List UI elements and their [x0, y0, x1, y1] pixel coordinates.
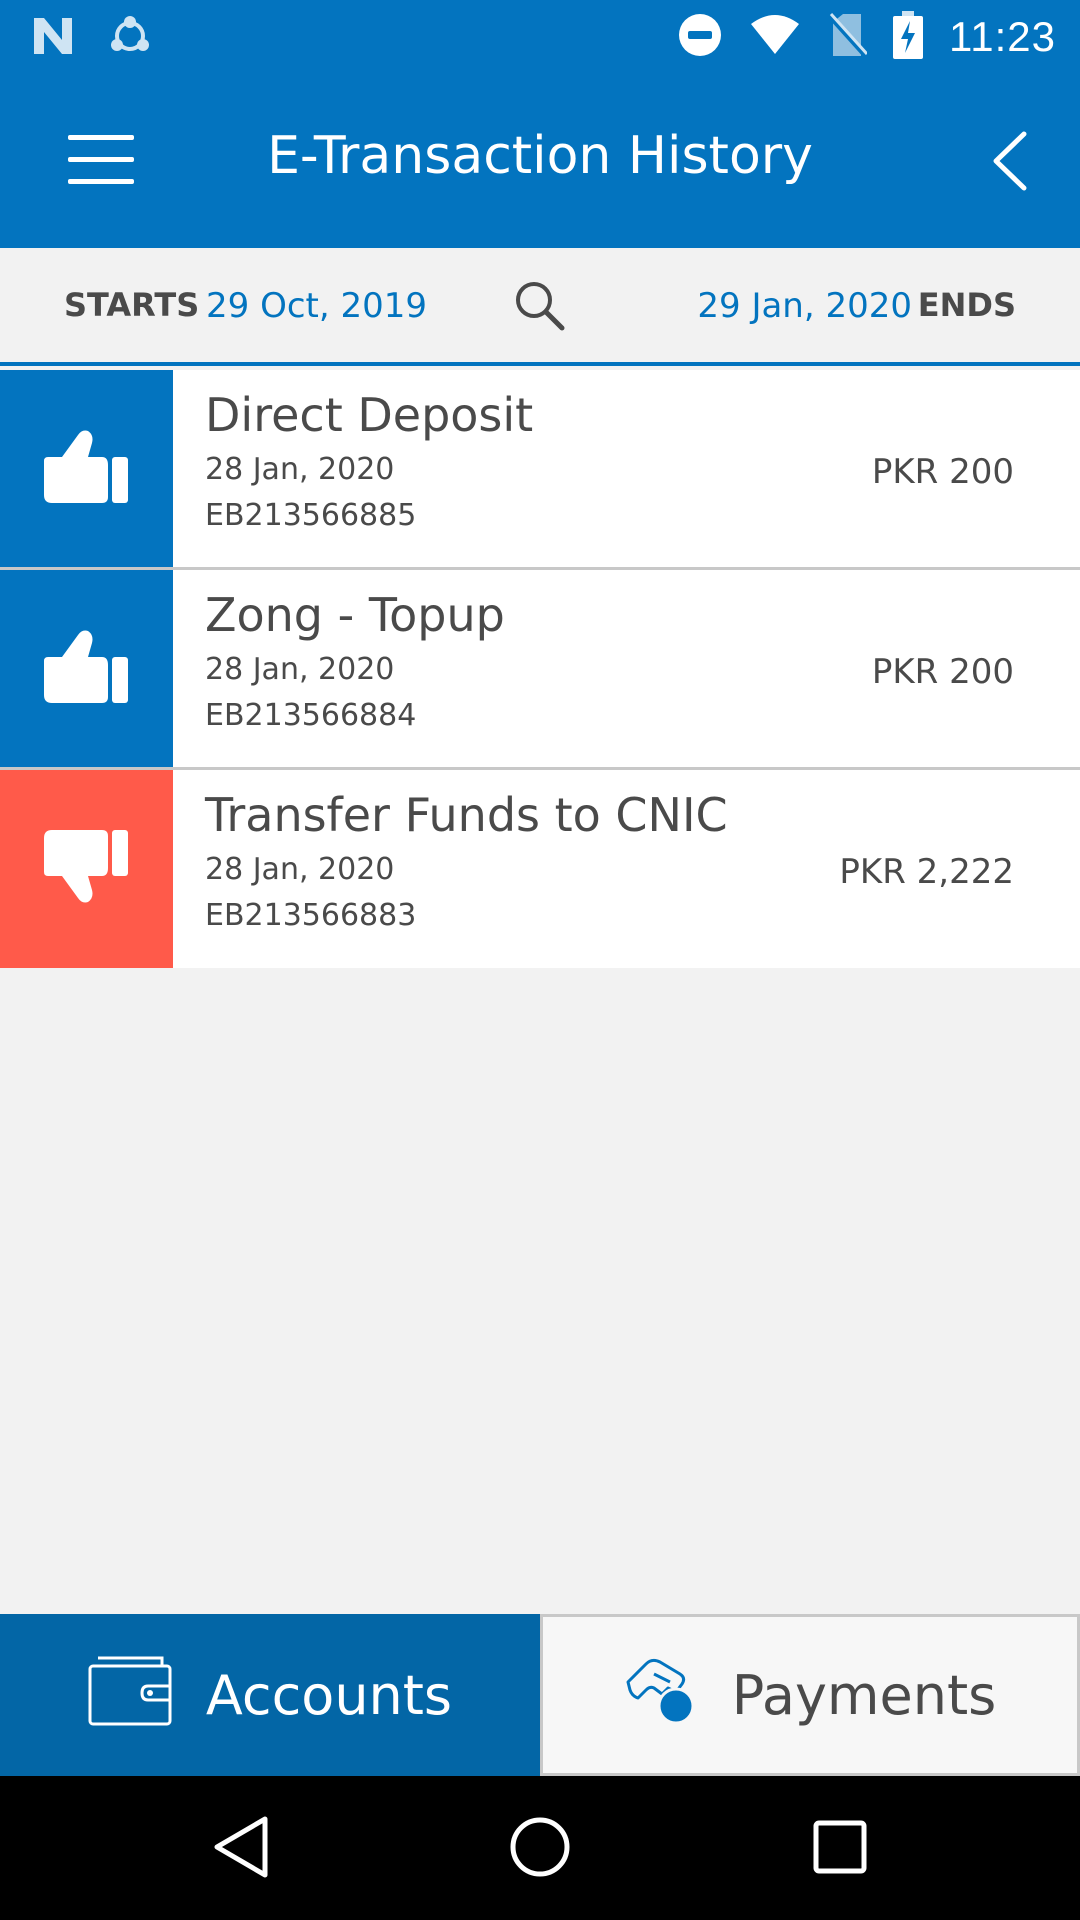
app-header: E-Transaction History	[0, 74, 1080, 248]
transaction-name: Zong - Topup	[205, 588, 505, 642]
start-date[interactable]: 29 Oct, 2019	[206, 286, 427, 326]
search-icon	[512, 282, 568, 338]
nav-home-button[interactable]	[495, 1804, 585, 1894]
transaction-amount: PKR 200	[871, 452, 1014, 492]
transaction-row[interactable]: Zong - Topup 28 Jan, 2020 EB213566884 PK…	[0, 570, 1080, 770]
date-range-bar: STARTS 29 Oct, 2019 29 Jan, 2020 ENDS	[0, 248, 1080, 366]
transaction-row[interactable]: Direct Deposit 28 Jan, 2020 EB213566885 …	[0, 370, 1080, 570]
do-not-disturb-icon	[677, 12, 723, 63]
status-indicator	[0, 770, 173, 968]
square-recents-icon	[812, 1819, 868, 1880]
nav-back-button[interactable]	[196, 1804, 286, 1894]
page-title: E-Transaction History	[267, 126, 813, 186]
n-notification-icon	[30, 14, 76, 63]
transaction-date: 28 Jan, 2020	[205, 452, 395, 487]
tab-payments[interactable]: Payments	[540, 1614, 1080, 1776]
hand-coin-icon	[624, 1652, 698, 1739]
circle-home-icon	[508, 1815, 572, 1884]
transaction-reference: EB213566883	[205, 898, 417, 933]
thumbs-up-icon	[43, 427, 130, 510]
transaction-reference: EB213566885	[205, 498, 417, 533]
clock: 11:23	[949, 13, 1056, 60]
transaction-reference: EB213566884	[205, 698, 417, 733]
transaction-row[interactable]: Transfer Funds to CNIC 28 Jan, 2020 EB21…	[0, 770, 1080, 968]
tab-accounts-label: Accounts	[205, 1663, 453, 1727]
status-bar: 11:23	[0, 0, 1080, 74]
transaction-name: Direct Deposit	[205, 388, 534, 442]
wifi-icon	[749, 14, 801, 61]
triangle-back-icon	[211, 1815, 271, 1884]
bottom-tab-bar: Accounts Payments	[0, 1614, 1080, 1776]
transaction-list: Direct Deposit 28 Jan, 2020 EB213566885 …	[0, 370, 1080, 968]
transaction-amount: PKR 200	[871, 652, 1014, 692]
share-sync-icon	[108, 14, 152, 63]
no-sim-icon	[827, 12, 869, 63]
ends-label: ENDS	[917, 286, 1016, 324]
chevron-left-icon	[990, 130, 1030, 197]
transaction-date: 28 Jan, 2020	[205, 852, 395, 887]
transaction-amount: PKR 2,222	[839, 852, 1014, 892]
search-button[interactable]	[512, 278, 568, 334]
wallet-icon	[88, 1652, 172, 1739]
nav-recents-button[interactable]	[795, 1804, 885, 1894]
transaction-date: 28 Jan, 2020	[205, 652, 395, 687]
status-indicator	[0, 370, 173, 567]
starts-label: STARTS	[64, 286, 200, 324]
tab-accounts[interactable]: Accounts	[0, 1614, 540, 1776]
back-button[interactable]	[970, 118, 1050, 208]
thumbs-down-icon	[43, 828, 130, 911]
tab-payments-label: Payments	[731, 1663, 997, 1727]
system-nav-bar	[0, 1776, 1080, 1920]
status-indicator	[0, 570, 173, 767]
battery-charging-icon	[893, 10, 923, 64]
transaction-name: Transfer Funds to CNIC	[205, 788, 728, 842]
end-date[interactable]: 29 Jan, 2020	[697, 286, 912, 326]
thumbs-up-icon	[43, 627, 130, 710]
